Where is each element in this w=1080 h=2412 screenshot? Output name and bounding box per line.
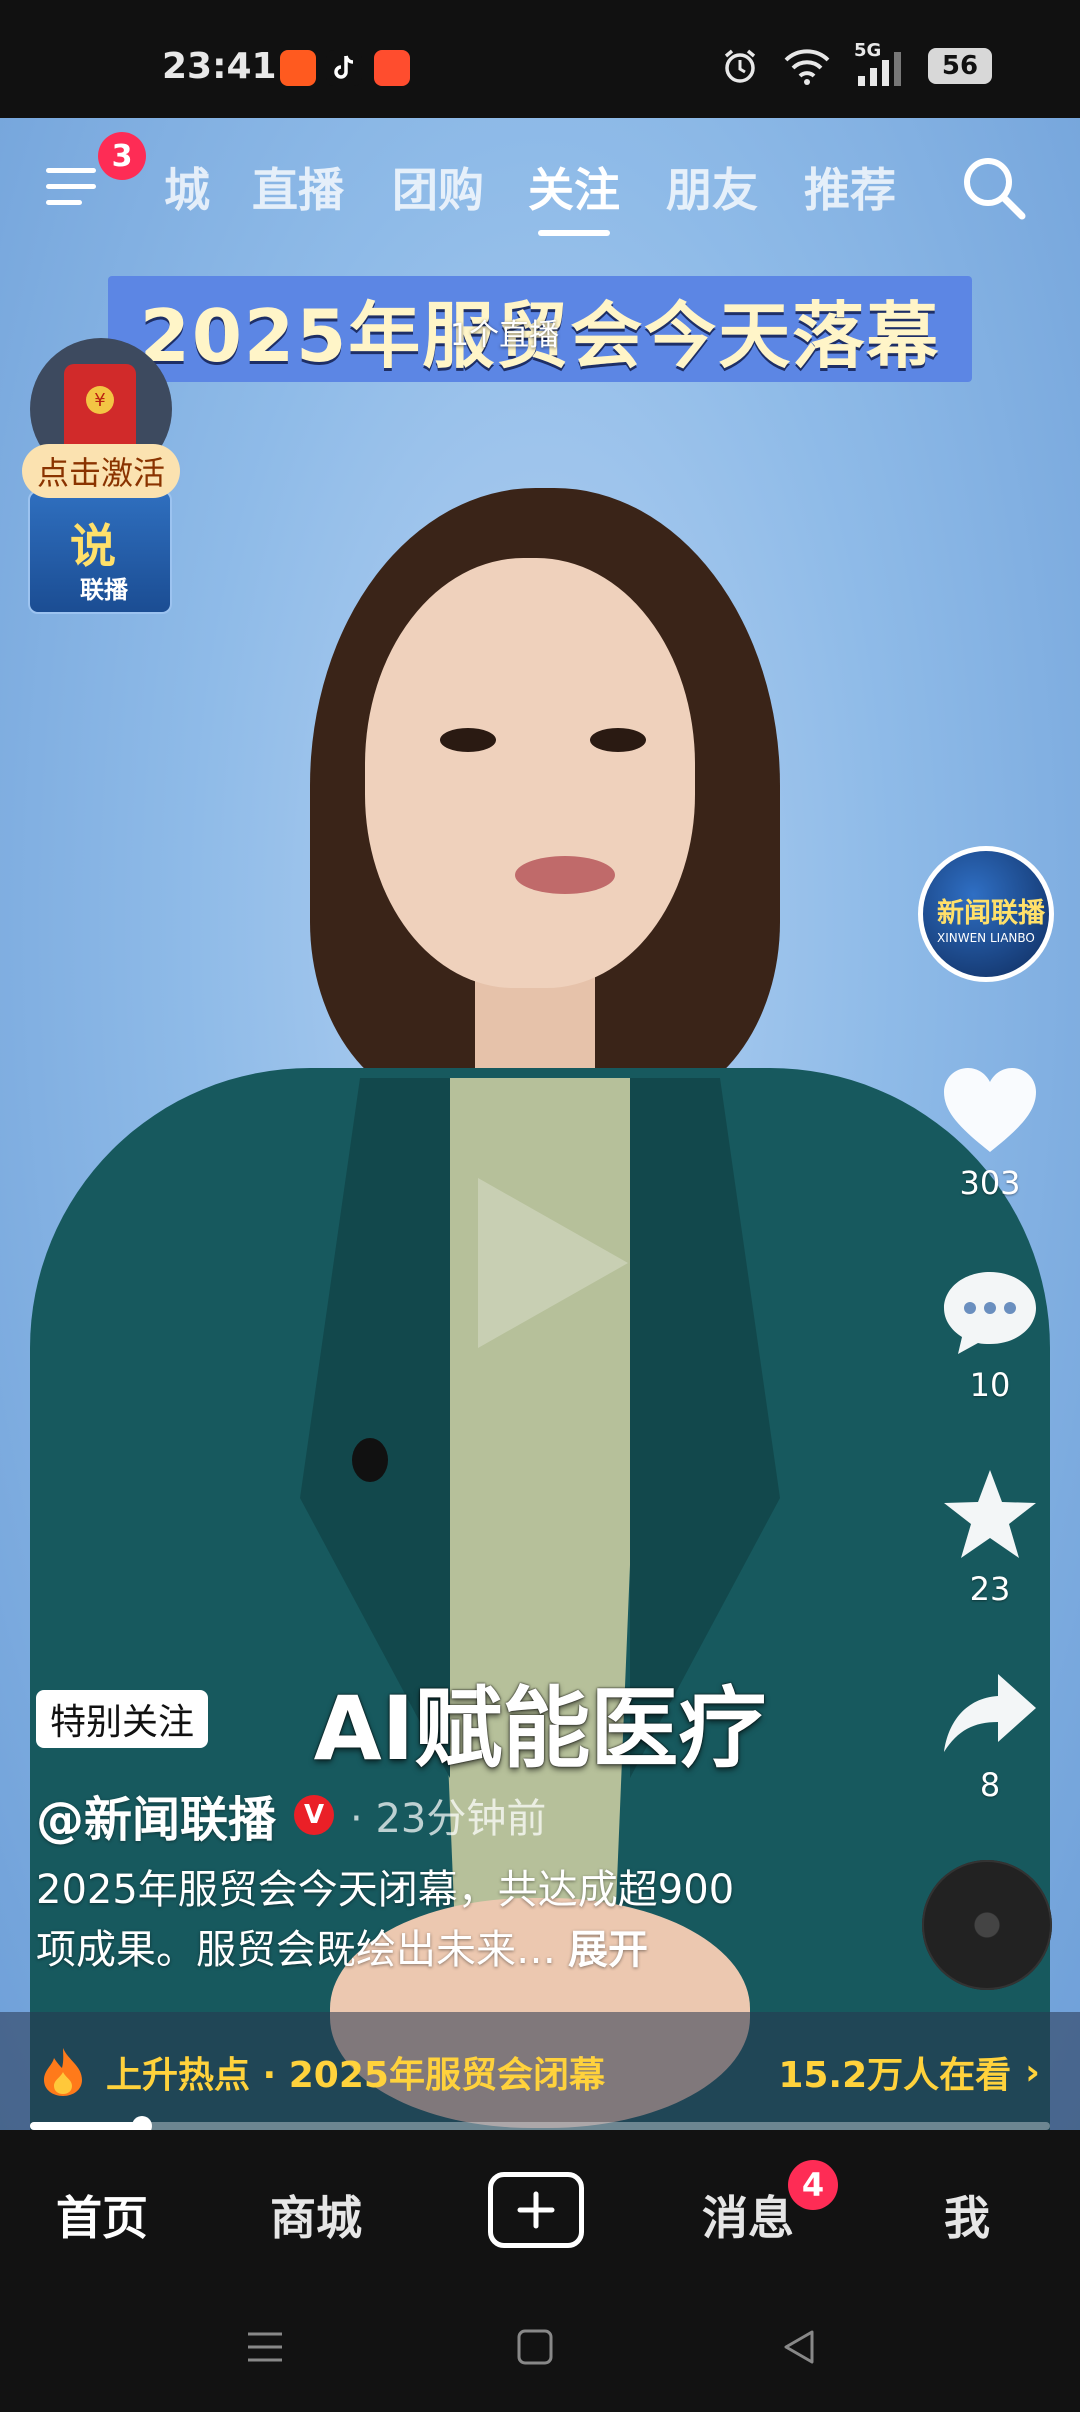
avatar-logo-subtext: XINWEN LIANBO [937,931,1035,945]
status-right-group: 5G 56 [720,40,992,86]
viewers-group: 15.2万人在看 › [778,2012,1040,2132]
messages-badge: 4 [788,2160,838,2210]
tab-friends[interactable]: 朋友 [666,154,758,220]
menu-badge: 3 [98,132,146,180]
verified-icon: V [294,1795,335,1835]
tiktok-icon [326,50,362,86]
share-icon [944,1674,1036,1752]
program-logo-card[interactable]: 说 联播 [28,490,172,614]
coin-icon: ¥ [86,386,114,414]
chevron-right-icon: › [1025,2051,1040,2093]
comment-button[interactable]: 10 [930,1266,1050,1404]
description-line-1: 2025年服贸会今天闭幕，共达成超900 [36,1867,735,1913]
battery-icon: 56 [928,48,992,84]
progress-fill [30,2122,143,2130]
like-count: 303 [959,1164,1021,1202]
play-icon[interactable] [458,1168,638,1358]
system-nav-bar [0,2290,1080,2412]
menu-button[interactable] [46,162,106,212]
signal-icon: 5G [854,40,906,86]
favorite-button[interactable]: 23 [930,1466,1050,1608]
comment-icon [944,1272,1036,1354]
favorite-count: 23 [969,1570,1011,1608]
hot-topic-left: 上升热点 · 2025年服贸会闭幕 [40,2012,605,2132]
app-icon-orange [280,50,316,86]
program-logo-small: 联播 [80,576,128,604]
activate-button[interactable]: 点击激活 [22,444,180,498]
heart-icon [944,1068,1036,1152]
plus-icon [517,2191,555,2229]
avatar-logo-text: 新闻联播 [937,898,1045,929]
nav-me[interactable]: 我 [944,2182,990,2248]
alarm-icon [724,49,756,83]
author-avatar[interactable]: 新闻联播 XINWEN LIANBO [918,846,1054,982]
presenter-face [365,558,695,988]
nav-messages[interactable]: 消息 [702,2182,794,2248]
author-name[interactable]: @新闻联播 [36,1780,276,1850]
special-follow-tag: 特别关注 [36,1690,209,1748]
presenter-eye-right [590,728,646,752]
nav-mall[interactable]: 商城 [270,2182,362,2248]
back-icon[interactable] [778,2326,820,2368]
star-icon [944,1470,1036,1558]
viewer-count: 15.2万人在看 [778,2055,1012,2096]
status-time: 23:41 [162,46,277,87]
tab-recommended[interactable]: 推荐 [804,154,896,220]
tab-following[interactable]: 关注 [528,154,620,220]
tab-mall-partial[interactable]: 城 [164,154,210,220]
program-logo-big: 说 [70,519,116,573]
description-line-2: 项成果。服贸会既绘出未来… [36,1927,556,1973]
author-row: @新闻联播 V · 23分钟前 [36,1780,546,1850]
app-icon-red [374,50,410,86]
recents-icon[interactable] [244,2326,286,2368]
top-nav: 3 城 直播 团购 关注 朋友 推荐 [0,118,1080,258]
lapel-mic [352,1438,388,1482]
tab-group-buy[interactable]: 团购 [392,154,484,220]
share-button[interactable]: 8 [930,1668,1050,1804]
status-bar: 23:41 5G 56 [0,0,1080,118]
active-tab-indicator [538,230,610,236]
presenter-lips [515,856,615,894]
nav-home[interactable]: 首页 [56,2182,148,2248]
menu-icon [46,168,96,173]
expand-button[interactable]: 展开 [568,1927,648,1973]
share-count: 8 [979,1766,1001,1804]
post-description[interactable]: 2025年服贸会今天闭幕，共达成超900 项成果。服贸会既绘出未来… 展开 [36,1860,856,1980]
like-button[interactable]: 303 [930,1064,1050,1202]
music-disc-icon[interactable] [922,1860,1052,1990]
red-envelope-icon: ¥ [64,364,136,454]
hot-topic-bar[interactable]: 上升热点 · 2025年服贸会闭幕 15.2万人在看 › [0,2012,1080,2132]
search-icon[interactable] [958,152,1030,224]
network-type: 5G [854,40,882,61]
tab-live[interactable]: 直播 [252,154,344,220]
video-progress-bar[interactable] [30,2116,1050,2136]
comment-count: 10 [969,1366,1011,1404]
live-count-overlay[interactable]: 1个直播 [450,310,559,354]
flame-icon [44,2048,82,2096]
hot-topic-text: 上升热点 · 2025年服贸会闭幕 [106,2055,605,2096]
presenter-eye-left [440,728,496,752]
post-time: · 23分钟前 [350,1796,547,1842]
create-button[interactable] [488,2172,584,2248]
home-square-icon[interactable] [514,2326,556,2368]
wifi-icon [784,49,830,85]
bottom-nav: 首页 商城 消息 4 我 [0,2130,1080,2290]
